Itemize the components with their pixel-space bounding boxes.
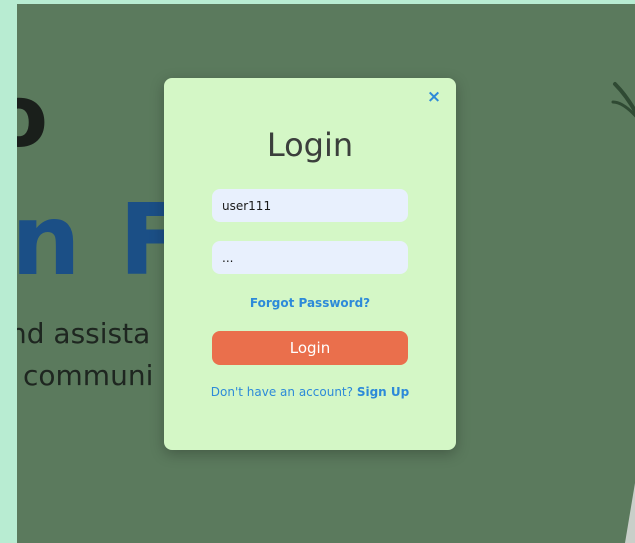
password-input[interactable] bbox=[212, 241, 408, 274]
login-page: o n Fi nd assista communi × Login Forgot… bbox=[0, 0, 635, 543]
leaf-illustration bbox=[611, 82, 635, 118]
hero-subtext-line-2: communi bbox=[23, 359, 154, 392]
modal-title: Login bbox=[266, 126, 354, 164]
signup-link[interactable]: Sign Up bbox=[357, 385, 409, 399]
hero-heading-fragment: o bbox=[17, 67, 49, 167]
login-modal: × Login Forgot Password? Login Don't hav… bbox=[164, 78, 456, 450]
hero-subtext-line-1: nd assista bbox=[17, 317, 151, 350]
close-icon[interactable]: × bbox=[426, 88, 442, 106]
signup-prompt: Don't have an account? bbox=[210, 385, 357, 399]
forgot-password-link[interactable]: Forgot Password? bbox=[164, 296, 456, 310]
username-input[interactable] bbox=[212, 189, 408, 222]
signup-row: Don't have an account? Sign Up bbox=[164, 385, 456, 399]
background-illustration-edge bbox=[625, 483, 635, 543]
login-button[interactable]: Login bbox=[212, 331, 408, 365]
